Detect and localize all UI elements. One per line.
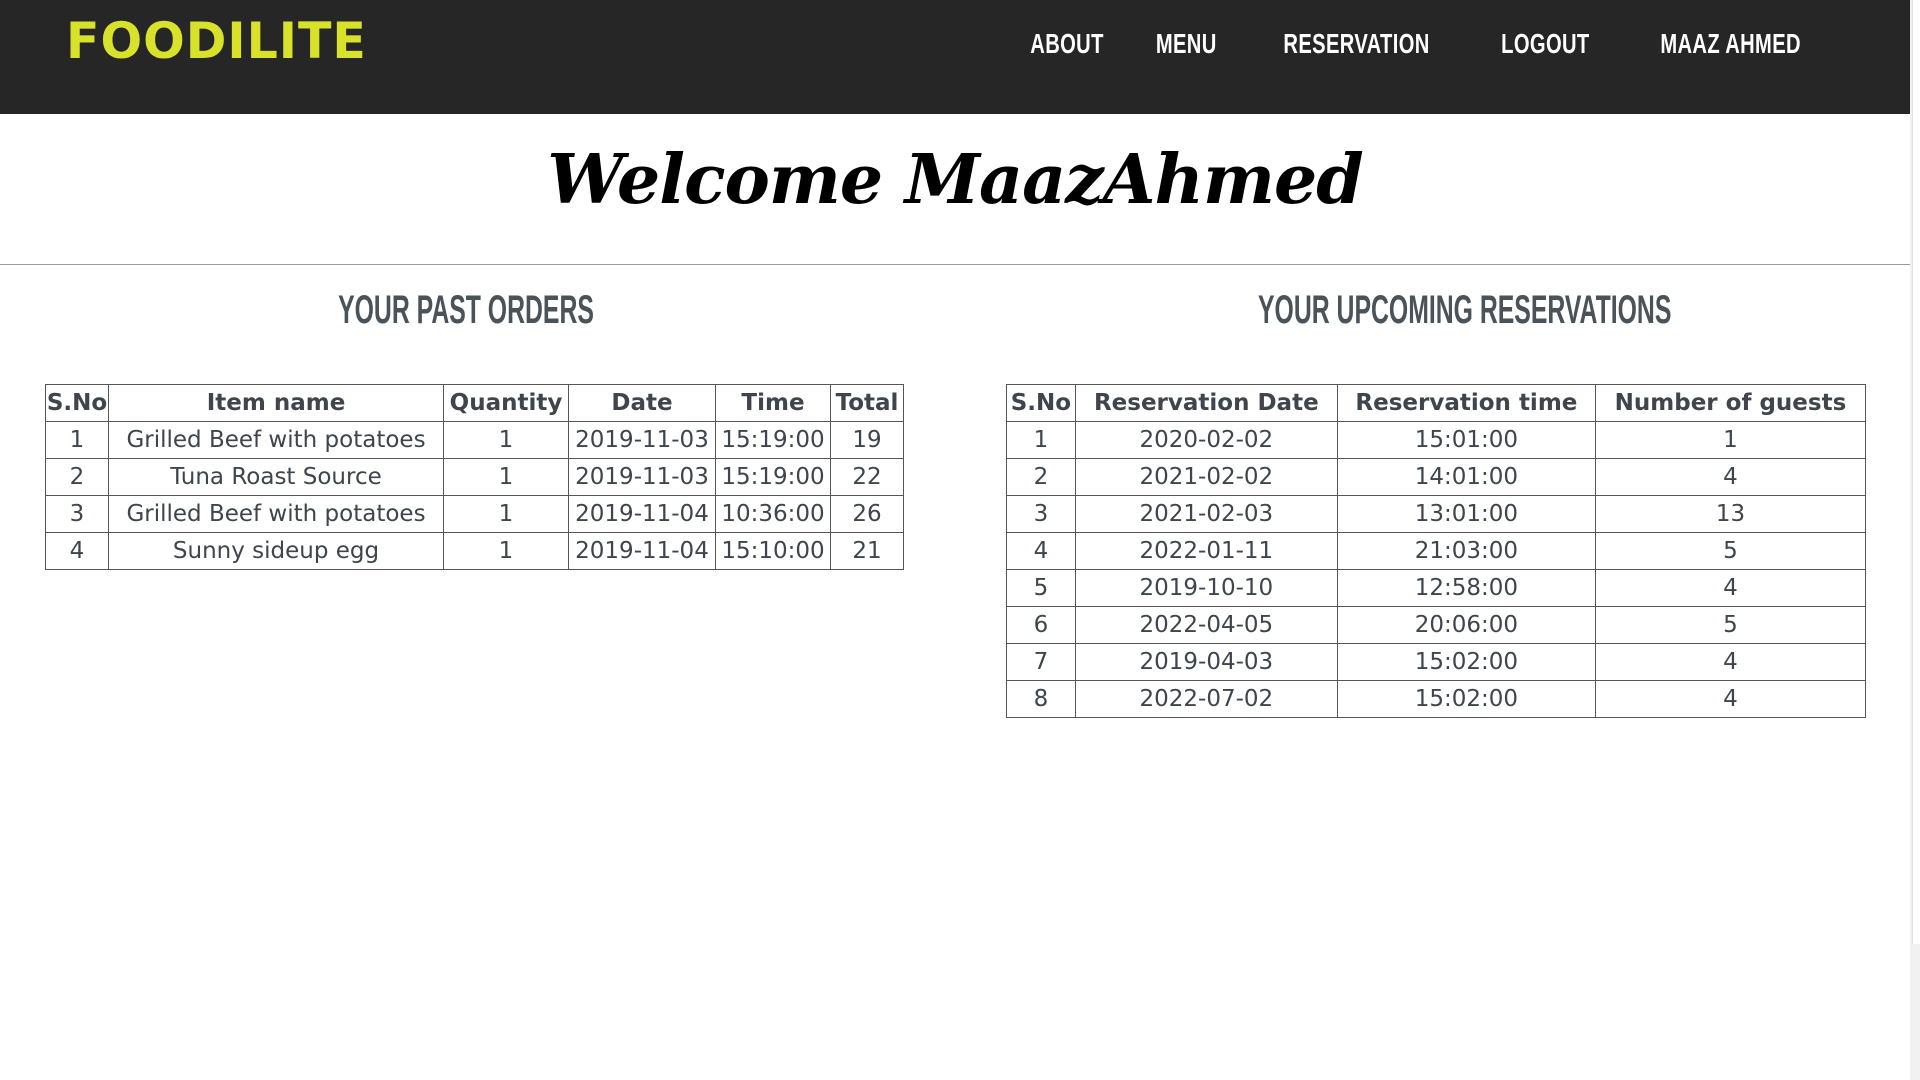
past-orders-title: YOUR PAST ORDERS — [338, 288, 594, 332]
table-cell: 22 — [830, 458, 904, 496]
welcome-heading: Welcome MaazAhmed — [547, 140, 1364, 220]
table-cell: 3 — [45, 495, 109, 533]
table-cell: 1 — [1594, 421, 1867, 459]
table-cell: 2022-04-05 — [1074, 606, 1338, 644]
table-row: 8 2022-07-02 15:02:00 4 — [1006, 680, 1867, 718]
table-cell: 4 — [1594, 680, 1867, 718]
top-navbar: FOODILITE ABOUT MENU RESERVATION LOGOUT … — [0, 0, 1910, 114]
table-row: 1 2020-02-02 15:01:00 1 — [1006, 421, 1867, 459]
table-row: 4 2022-01-11 21:03:00 5 — [1006, 532, 1867, 570]
nav-about-link[interactable]: ABOUT — [1031, 28, 1104, 60]
table-row: 3 2021-02-03 13:01:00 13 — [1006, 495, 1867, 533]
table-cell: 4 — [1594, 643, 1867, 681]
nav-reservation-link[interactable]: RESERVATION — [1283, 28, 1429, 60]
table-cell: 2019-11-03 — [568, 458, 716, 496]
column-header: Number of guests — [1594, 384, 1867, 422]
table-cell: 4 — [1594, 458, 1867, 496]
table-cell: 10:36:00 — [715, 495, 831, 533]
table-cell: 3 — [1006, 495, 1076, 533]
table-cell: 13 — [1594, 495, 1867, 533]
table-cell: 12:58:00 — [1336, 569, 1596, 607]
section-divider — [0, 264, 1910, 265]
column-header: Reservation time — [1336, 384, 1596, 422]
column-header: Item name — [108, 384, 444, 422]
table-cell: 26 — [830, 495, 904, 533]
site-logo[interactable]: FOODILITE — [66, 12, 367, 70]
table-row: 3 Grilled Beef with potatoes 1 2019-11-0… — [45, 495, 904, 533]
table-cell: 21:03:00 — [1336, 532, 1596, 570]
table-cell: 15:02:00 — [1336, 643, 1596, 681]
table-cell: 2022-07-02 — [1074, 680, 1338, 718]
table-cell: 15:19:00 — [715, 421, 831, 459]
page: FOODILITE ABOUT MENU RESERVATION LOGOUT … — [0, 0, 1920, 1080]
table-row: 2 2021-02-02 14:01:00 4 — [1006, 458, 1867, 496]
table-cell: 7 — [1006, 643, 1076, 681]
table-row: 2 Tuna Roast Source 1 2019-11-03 15:19:0… — [45, 458, 904, 496]
table-cell: 15:19:00 — [715, 458, 831, 496]
table-cell: 1 — [443, 532, 569, 570]
table-cell: 8 — [1006, 680, 1076, 718]
table-cell: 2021-02-03 — [1074, 495, 1338, 533]
table-cell: 5 — [1594, 606, 1867, 644]
table-header-row: S.No Item name Quantity Date Time Total — [45, 384, 904, 422]
table-cell: 5 — [1006, 569, 1076, 607]
table-cell: 2019-04-03 — [1074, 643, 1338, 681]
table-cell: Grilled Beef with potatoes — [108, 421, 444, 459]
table-cell: 2019-11-03 — [568, 421, 716, 459]
table-cell: 1 — [443, 421, 569, 459]
table-cell: Tuna Roast Source — [108, 458, 444, 496]
table-row: 5 2019-10-10 12:58:00 4 — [1006, 569, 1867, 607]
table-cell: 2019-10-10 — [1074, 569, 1338, 607]
table-cell: Sunny sideup egg — [108, 532, 444, 570]
column-header: Reservation Date — [1074, 384, 1338, 422]
reservations-table: S.No Reservation Date Reservation time N… — [1006, 384, 1867, 718]
table-cell: 14:01:00 — [1336, 458, 1596, 496]
table-cell: 2022-01-11 — [1074, 532, 1338, 570]
table-cell: 13:01:00 — [1336, 495, 1596, 533]
main-nav: ABOUT MENU RESERVATION LOGOUT MAAZ AHMED — [1030, 28, 1814, 60]
column-header: Total — [830, 384, 904, 422]
table-cell: 2 — [1006, 458, 1076, 496]
table-cell: 1 — [443, 495, 569, 533]
table-cell: 1 — [45, 421, 109, 459]
table-cell: 1 — [443, 458, 569, 496]
table-cell: 2019-11-04 — [568, 495, 716, 533]
column-header: Quantity — [443, 384, 569, 422]
table-cell: Grilled Beef with potatoes — [108, 495, 444, 533]
table-cell: 5 — [1594, 532, 1867, 570]
past-orders-table: S.No Item name Quantity Date Time Total … — [45, 384, 904, 570]
scrollbar-thumb[interactable] — [1912, 0, 1920, 944]
nav-logout-link[interactable]: LOGOUT — [1501, 28, 1589, 60]
table-cell: 21 — [830, 532, 904, 570]
table-cell: 4 — [1594, 569, 1867, 607]
table-row: 4 Sunny sideup egg 1 2019-11-04 15:10:00… — [45, 532, 904, 570]
table-cell: 19 — [830, 421, 904, 459]
column-header: S.No — [45, 384, 109, 422]
reservations-title: YOUR UPCOMING RESERVATIONS — [1258, 288, 1672, 332]
table-row: 7 2019-04-03 15:02:00 4 — [1006, 643, 1867, 681]
table-cell: 15:10:00 — [715, 532, 831, 570]
table-cell: 1 — [1006, 421, 1076, 459]
table-cell: 2 — [45, 458, 109, 496]
table-cell: 2019-11-04 — [568, 532, 716, 570]
table-cell: 20:06:00 — [1336, 606, 1596, 644]
table-cell: 15:02:00 — [1336, 680, 1596, 718]
column-header: S.No — [1006, 384, 1076, 422]
table-cell: 4 — [1006, 532, 1076, 570]
nav-menu-link[interactable]: MENU — [1156, 28, 1217, 60]
column-header: Time — [715, 384, 831, 422]
table-row: 1 Grilled Beef with potatoes 1 2019-11-0… — [45, 421, 904, 459]
table-header-row: S.No Reservation Date Reservation time N… — [1006, 384, 1867, 422]
table-cell: 2020-02-02 — [1074, 421, 1338, 459]
column-header: Date — [568, 384, 716, 422]
table-cell: 6 — [1006, 606, 1076, 644]
nav-user-link[interactable]: MAAZ AHMED — [1660, 28, 1801, 60]
table-row: 6 2022-04-05 20:06:00 5 — [1006, 606, 1867, 644]
table-cell: 15:01:00 — [1336, 421, 1596, 459]
table-cell: 2021-02-02 — [1074, 458, 1338, 496]
table-cell: 4 — [45, 532, 109, 570]
